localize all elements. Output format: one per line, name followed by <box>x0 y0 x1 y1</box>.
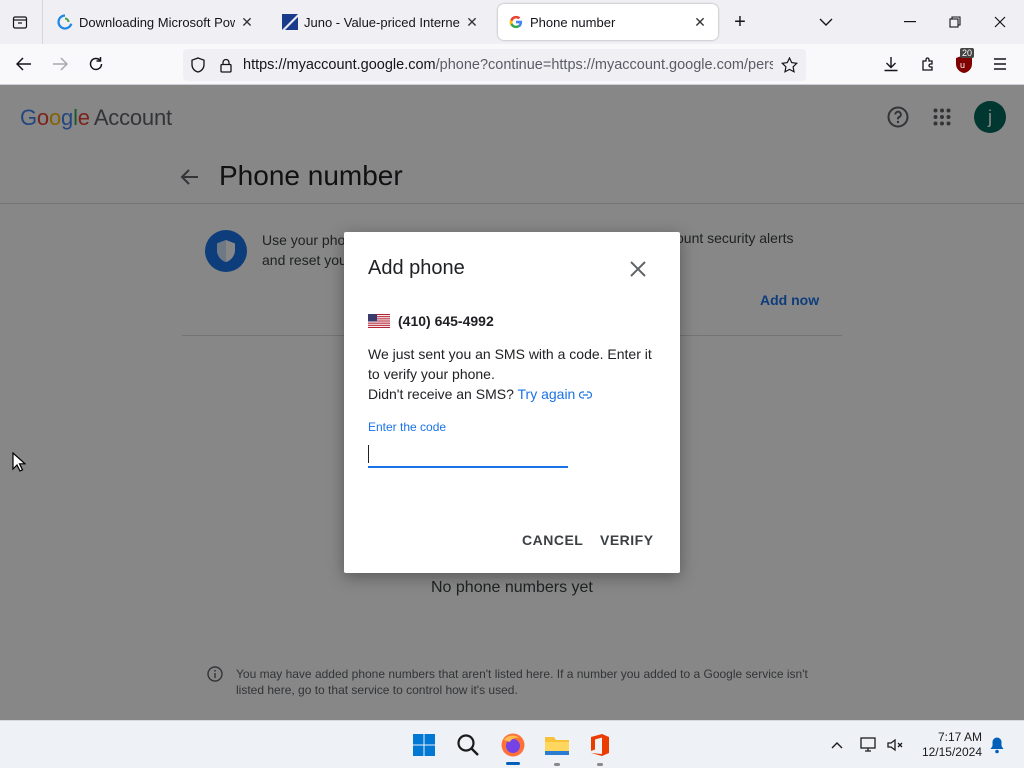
active-app-indicator <box>506 762 520 765</box>
file-explorer-icon[interactable] <box>541 729 573 761</box>
back-icon[interactable] <box>14 54 34 74</box>
downloads-icon[interactable] <box>881 54 901 74</box>
resend-prompt: Didn't receive an SMS? <box>368 386 514 402</box>
menu-hamburger-icon[interactable] <box>990 54 1010 74</box>
running-app-indicator <box>554 763 560 766</box>
try-again-label: Try again <box>517 386 576 402</box>
dialog-title: Add phone <box>368 257 465 279</box>
resend-row: Didn't receive an SMS? Try again <box>368 384 663 404</box>
close-tab-icon[interactable]: ✕ <box>692 14 708 30</box>
verify-button[interactable]: VERIFY <box>600 532 654 548</box>
taskbar: 7:17 AM 12/15/2024 <box>0 720 1024 768</box>
extensions-icon[interactable] <box>918 54 938 74</box>
try-again-link[interactable]: Try again <box>518 386 593 402</box>
system-clock[interactable]: 7:17 AM 12/15/2024 <box>914 730 982 760</box>
tab-title: Phone number <box>530 14 616 30</box>
firefox-icon[interactable] <box>497 729 529 761</box>
notification-bell-icon[interactable] <box>984 729 1010 761</box>
list-all-tabs-icon[interactable] <box>816 12 836 32</box>
reload-icon[interactable] <box>86 54 106 74</box>
url-path: /phone?continue=https://myaccount.google… <box>435 57 773 73</box>
dialog-message: We just sent you an SMS with a code. Ent… <box>368 344 663 404</box>
mouse-cursor-icon <box>12 451 27 477</box>
us-flag-icon <box>368 314 390 328</box>
close-icon[interactable] <box>627 258 649 280</box>
cancel-button[interactable]: CANCEL <box>522 532 583 548</box>
juno-logo-icon <box>282 14 298 30</box>
clock-date: 12/15/2024 <box>921 745 982 759</box>
url-text[interactable]: https://myaccount.google.com/phone?conti… <box>243 57 773 73</box>
code-field-label: Enter the code <box>368 420 447 434</box>
tab-juno[interactable]: Juno - Value-priced Internet Service ✕ <box>272 4 490 40</box>
volume-muted-icon[interactable] <box>882 729 908 761</box>
link-icon <box>579 391 593 399</box>
network-icon[interactable] <box>856 729 882 761</box>
address-bar[interactable]: https://myaccount.google.com/phone?conti… <box>183 49 806 81</box>
search-icon[interactable] <box>452 729 484 761</box>
tab-list-icon[interactable] <box>8 10 32 34</box>
close-tab-icon[interactable]: ✕ <box>464 14 480 30</box>
windows-start-icon[interactable] <box>408 729 440 761</box>
url-host: https://myaccount.google.com <box>243 57 436 73</box>
forward-icon[interactable] <box>50 54 70 74</box>
edge-download-icon <box>57 14 73 30</box>
tab-powerpoint[interactable]: Downloading Microsoft PowerPoint ✕ <box>47 4 265 40</box>
code-input[interactable] <box>368 442 568 468</box>
tab-strip: Downloading Microsoft PowerPoint ✕ Juno … <box>0 0 1024 44</box>
add-phone-dialog: Add phone (410) 645-4992 We just sent yo… <box>344 232 680 573</box>
phone-number: (410) 645-4992 <box>398 313 494 329</box>
extension-badge: 20 <box>960 48 975 58</box>
tracking-protection-icon[interactable] <box>189 56 207 74</box>
google-g-icon <box>508 14 524 30</box>
close-window-icon[interactable] <box>990 12 1010 32</box>
clock-time: 7:17 AM <box>937 730 982 744</box>
restore-icon[interactable] <box>945 12 965 32</box>
text-caret <box>368 445 369 463</box>
office-icon[interactable] <box>584 729 616 761</box>
show-hidden-icons-chevron-icon[interactable] <box>822 729 852 761</box>
tab-title: Juno - Value-priced Internet Service <box>304 14 460 30</box>
minimize-icon[interactable] <box>900 12 920 32</box>
bookmark-star-icon[interactable] <box>780 56 798 74</box>
tab-phone-number[interactable]: Phone number ✕ <box>498 4 718 40</box>
lock-icon[interactable] <box>217 56 235 74</box>
close-tab-icon[interactable]: ✕ <box>239 14 255 30</box>
ublock-shield-icon[interactable]: u 20 <box>953 48 975 76</box>
tab-separator <box>42 0 43 44</box>
running-app-indicator <box>597 763 603 766</box>
sms-sent-text: We just sent you an SMS with a code. Ent… <box>368 346 652 382</box>
svg-text:u: u <box>960 60 965 70</box>
new-tab-icon[interactable]: + <box>730 11 750 33</box>
navigation-bar: https://myaccount.google.com/phone?conti… <box>0 44 1024 85</box>
tab-title: Downloading Microsoft PowerPoint <box>79 14 235 30</box>
